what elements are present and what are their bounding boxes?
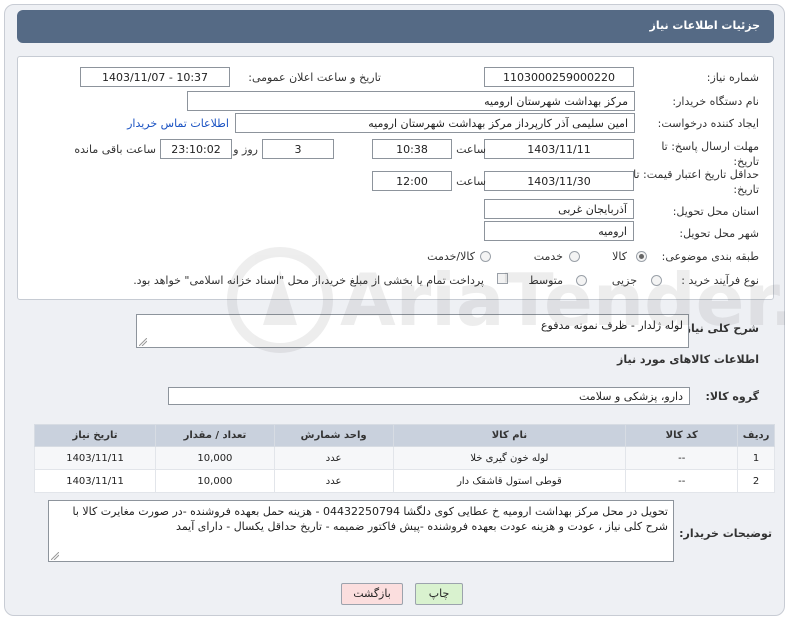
- process-minor-label: جزیی: [611, 274, 637, 287]
- category-goods-radio[interactable]: [636, 251, 647, 262]
- process-medium-radio[interactable]: [576, 275, 587, 286]
- goods-group-field: دارو، پزشکی و سلامت: [168, 387, 690, 405]
- announce-label: تاریخ و ساعت اعلان عمومی:: [248, 71, 381, 84]
- price-validity-label: حداقل تاریخ اعتبار قیمت: تا تاریخ:: [633, 168, 759, 196]
- col-item-code: کد کالا: [625, 424, 739, 447]
- announce-field: 1403/11/07 - 10:37: [80, 67, 230, 87]
- back-button[interactable]: بازگشت: [341, 583, 403, 605]
- buyer-contact-link[interactable]: اطلاعات تماس خریدار: [127, 117, 229, 130]
- category-service-radio[interactable]: [569, 251, 580, 262]
- province-label: استان محل تحویل:: [672, 205, 759, 218]
- treasury-payment-checkbox[interactable]: [497, 273, 508, 284]
- col-item-name: نام کالا: [392, 424, 627, 447]
- validity-time-field: 12:00: [372, 171, 452, 191]
- reply-deadline-label: مهلت ارسال پاسخ: تا تاریخ:: [661, 140, 759, 168]
- days-label: روز و: [233, 143, 258, 156]
- page-title: جزئیات اطلاعات نیاز: [17, 10, 774, 43]
- category-both-radio[interactable]: [480, 251, 491, 262]
- category-service-label: خدمت: [533, 250, 563, 263]
- need-number-field: 1103000259000220: [484, 67, 634, 87]
- item-need-date: 1403/11/11: [33, 469, 157, 493]
- process-medium-label: متوسط: [528, 274, 563, 287]
- remaining-time-field: 23:10:02: [160, 139, 232, 159]
- item-name: قوطی استول قاشقک دار: [392, 469, 627, 493]
- print-button[interactable]: چاپ: [415, 583, 463, 605]
- buyer-notes-field: تحویل در محل مرکز بهداشت ارومیه خ عطایی …: [48, 500, 674, 562]
- col-unit: واحد شمارش: [273, 424, 394, 447]
- buyer-notes-label: توضیحات خریدار:: [679, 527, 772, 540]
- process-minor-radio[interactable]: [651, 275, 662, 286]
- item-unit: عدد: [273, 446, 394, 470]
- category-goods-label: کالا: [612, 250, 627, 263]
- item-code: --: [625, 446, 739, 470]
- city-field: ارومیه: [484, 221, 634, 241]
- treasury-payment-note: پرداخت تمام یا بخشی از مبلغ خرید،از محل …: [133, 274, 484, 287]
- general-description-label: شرح کلی نیاز:: [680, 322, 759, 335]
- buyer-notes-text: تحویل در محل مرکز بهداشت ارومیه خ عطایی …: [72, 505, 669, 533]
- item-quantity: 10,000: [155, 469, 275, 493]
- buyer-org-field: مرکز بهداشت شهرستان ارومیه: [187, 91, 635, 111]
- col-need-date: تاریخ نیاز: [33, 424, 157, 447]
- col-row-number: ردیف: [737, 424, 775, 447]
- table-row: 1 -- لوله خون گیری خلا عدد 10,000 1403/1…: [33, 446, 775, 470]
- need-number-label: شماره نیاز:: [706, 71, 759, 84]
- validity-time-label: ساعت: [456, 175, 486, 188]
- days-remaining-field: 3: [262, 139, 334, 159]
- goods-section-title: اطلاعات کالاهای مورد نیاز: [617, 353, 759, 366]
- resize-grip-icon[interactable]: [51, 552, 59, 560]
- creator-field: امین سلیمی آذر کارپرداز مرکز بهداشت شهرس…: [235, 113, 635, 133]
- table-row: 2 -- قوطی استول قاشقک دار عدد 10,000 140…: [33, 469, 775, 493]
- row-number: 1: [737, 446, 775, 470]
- category-both-label: کالا/خدمت: [427, 250, 475, 263]
- creator-label: ایجاد کننده درخواست:: [657, 117, 759, 130]
- buyer-org-label: نام دستگاه خریدار:: [672, 95, 759, 108]
- item-need-date: 1403/11/11: [33, 446, 157, 470]
- item-unit: عدد: [273, 469, 394, 493]
- city-label: شهر محل تحویل:: [679, 227, 759, 240]
- goods-group-label: گروه کالا:: [705, 390, 759, 403]
- row-number: 2: [737, 469, 775, 493]
- reply-date-field: 1403/11/11: [484, 139, 634, 159]
- validity-date-field: 1403/11/30: [484, 171, 634, 191]
- resize-grip-icon[interactable]: [139, 338, 147, 346]
- process-label: نوع فرآیند خرید :: [681, 274, 759, 287]
- reply-time-field: 10:38: [372, 139, 452, 159]
- item-code: --: [625, 469, 739, 493]
- item-name: لوله خون گیری خلا: [392, 446, 627, 470]
- general-description-text: لوله ژلدار - ظرف نمونه مدفوع: [540, 319, 683, 332]
- remaining-label: ساعت باقی مانده: [74, 143, 156, 156]
- category-label: طبقه بندی موضوعی:: [661, 250, 759, 263]
- item-quantity: 10,000: [155, 446, 275, 470]
- province-field: آذربایجان غربی: [484, 199, 634, 219]
- col-quantity: تعداد / مقدار: [155, 424, 275, 447]
- reply-time-label: ساعت: [456, 143, 486, 156]
- general-description-field: لوله ژلدار - ظرف نمونه مدفوع: [136, 314, 689, 348]
- goods-table: ردیف کد کالا نام کالا واحد شمارش تعداد /…: [33, 424, 775, 493]
- goods-table-header: ردیف کد کالا نام کالا واحد شمارش تعداد /…: [33, 424, 775, 447]
